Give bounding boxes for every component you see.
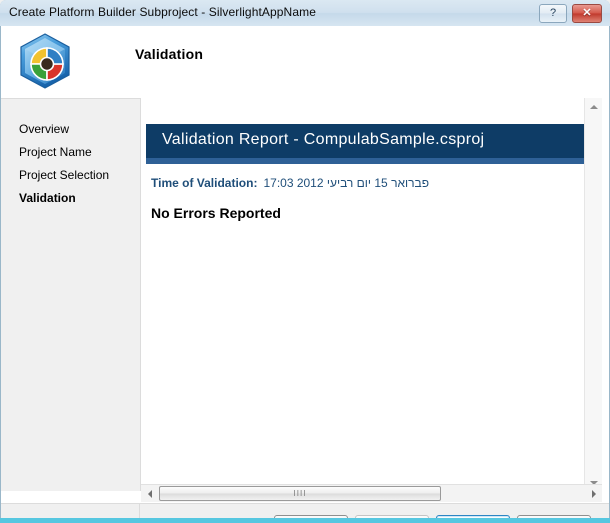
scroll-thumb-grip: IIII — [293, 488, 307, 498]
windows-embedded-compact-logo-icon — [14, 31, 76, 93]
footer-left-pane — [1, 504, 140, 519]
report-vertical-scrollbar[interactable] — [584, 98, 602, 491]
validation-time-value: 17:03 2012 פברואר 15 יום רביעי — [263, 176, 430, 190]
report-header-title: Validation Report - CompulabSample.cspro… — [162, 131, 485, 148]
scroll-right-arrow-icon[interactable] — [585, 485, 602, 502]
scroll-left-arrow-icon[interactable] — [141, 485, 158, 502]
horizontal-scroll-thumb[interactable]: IIII — [159, 486, 441, 501]
title-bar: Create Platform Builder Subproject - Sil… — [0, 0, 610, 26]
wizard-footer: ‹ Previous Next › Finish Cancel — [1, 503, 609, 519]
validation-status-text: No Errors Reported — [151, 205, 281, 221]
client-area: Validation Overview Project Name Project… — [1, 26, 609, 519]
report-header-banner: Validation Report - CompulabSample.cspro… — [146, 124, 585, 158]
sidebar-item-overview[interactable]: Overview — [19, 122, 69, 136]
wizard-banner: Validation — [1, 26, 609, 98]
page-title: Validation — [135, 46, 204, 62]
scroll-up-arrow-icon[interactable] — [585, 98, 602, 115]
validation-report-pane: Validation Report - CompulabSample.cspro… — [141, 98, 609, 491]
help-button[interactable]: ? — [539, 4, 567, 23]
sidebar-item-project-name[interactable]: Project Name — [19, 145, 92, 159]
validation-time-row: Time of Validation: 17:03 2012 פברואר 15 … — [151, 176, 429, 190]
sidebar-item-validation[interactable]: Validation — [19, 191, 76, 205]
wizard-window: Create Platform Builder Subproject - Sil… — [0, 0, 610, 523]
wizard-step-sidebar: Overview Project Name Project Selection … — [1, 98, 140, 491]
report-header-underline — [146, 158, 585, 164]
sidebar-item-project-selection[interactable]: Project Selection — [19, 168, 109, 182]
bottom-accent-bar — [0, 518, 610, 523]
window-title: Create Platform Builder Subproject - Sil… — [9, 5, 316, 19]
validation-time-label: Time of Validation: — [151, 176, 258, 190]
report-horizontal-scrollbar[interactable]: IIII — [141, 484, 602, 502]
close-button[interactable]: ✕ — [572, 4, 602, 23]
